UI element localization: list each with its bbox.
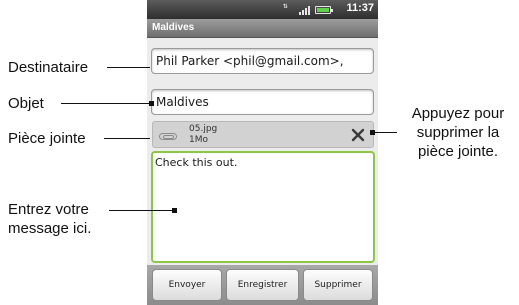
data-transfer-icon: ⇅ xyxy=(283,1,288,10)
leader-line-attachment xyxy=(104,138,150,139)
callout-attachment: Pièce jointe xyxy=(8,130,86,147)
callout-message-line1: Entrez votre xyxy=(8,201,89,218)
subject-field[interactable]: Maldives xyxy=(151,89,374,115)
callout-remove-line2: supprimer la xyxy=(416,124,500,141)
page-title: Maldives xyxy=(152,22,195,33)
message-body-field[interactable]: Check this out. xyxy=(151,151,375,263)
leader-line-recipient xyxy=(107,67,150,68)
leader-dot-subject xyxy=(149,101,154,106)
delete-button[interactable]: Supprimer xyxy=(303,269,373,301)
close-icon xyxy=(351,128,365,142)
paperclip-icon xyxy=(159,133,177,140)
callout-message-line2: message ici. xyxy=(8,220,92,237)
battery-icon xyxy=(315,6,333,14)
callout-remove-line3: pièce jointe. xyxy=(417,143,499,160)
send-button[interactable]: Envoyer xyxy=(152,269,222,301)
status-time: 11:37 xyxy=(346,2,374,14)
phone-screen: ⇅ 11:37 Maldives Phil Parker <phil@gmail… xyxy=(147,0,378,305)
remove-attachment-button[interactable] xyxy=(348,125,368,145)
status-bar: ⇅ 11:37 xyxy=(147,0,378,19)
callout-subject: Objet xyxy=(8,95,44,112)
callout-remove-line1: Appuyez pour xyxy=(411,105,505,122)
callout-message: Entrez votre message ici. xyxy=(8,200,91,238)
attachment-row[interactable]: 05.jpg 1Mo xyxy=(152,121,374,148)
save-button[interactable]: Enregistrer xyxy=(226,269,299,301)
title-bar: Maldives xyxy=(147,19,378,38)
leader-line-subject xyxy=(61,103,150,104)
signal-icon xyxy=(299,6,311,15)
action-bar: Envoyer Enregistrer Supprimer xyxy=(147,265,378,305)
callout-remove-attachment: Appuyez pour supprimer la pièce jointe. xyxy=(401,104,515,161)
leader-dot-remove xyxy=(370,130,375,135)
callout-recipient: Destinataire xyxy=(8,59,89,76)
attachment-size: 1Mo xyxy=(189,135,208,145)
attachment-name: 05.jpg xyxy=(189,124,218,134)
recipient-field[interactable]: Phil Parker <phil@gmail.com>, xyxy=(151,48,374,74)
leader-line-message xyxy=(109,210,173,211)
leader-dot-message xyxy=(172,208,177,213)
